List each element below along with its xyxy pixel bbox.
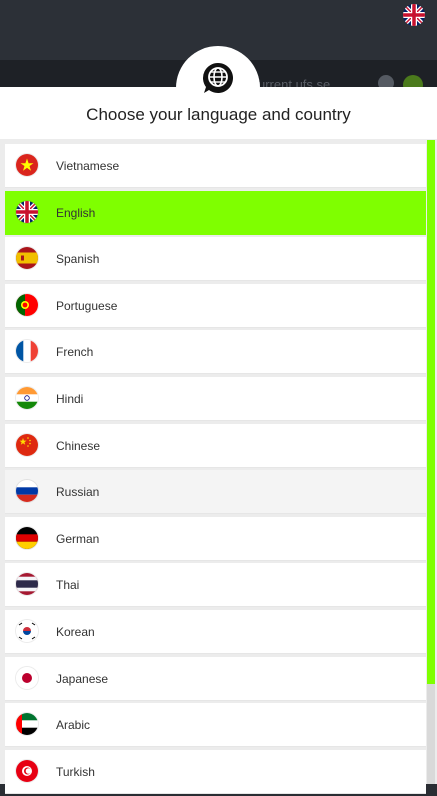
language-item-korean[interactable]: Korean [5, 609, 426, 654]
language-label: German [56, 531, 100, 546]
language-label: Thai [56, 578, 80, 593]
language-label: Korean [56, 624, 95, 639]
language-item-arabic[interactable]: Arabic [5, 703, 426, 748]
language-item-turkish[interactable]: Turkish [5, 749, 426, 794]
language-item-chinese[interactable]: Chinese [5, 423, 426, 468]
language-label: Japanese [56, 671, 109, 686]
language-label: Spanish [56, 252, 100, 267]
language-item-portuguese[interactable]: Portuguese [5, 283, 426, 328]
language-label: Chinese [56, 438, 101, 453]
language-list: Vietnamese English Spanish Portuguese Fr… [5, 144, 426, 796]
language-item-thai[interactable]: Thai [5, 563, 426, 608]
uk-flag-icon[interactable] [403, 4, 425, 26]
language-label: English [56, 205, 96, 220]
language-item-hindi[interactable]: Hindi [5, 376, 426, 421]
scrollbar[interactable] [427, 140, 435, 784]
language-item-vietnamese[interactable]: Vietnamese [5, 144, 426, 188]
uk-flag-icon [16, 200, 38, 223]
language-label: Portuguese [56, 298, 118, 313]
language-item-english[interactable]: English [5, 190, 426, 235]
germany-flag-icon [16, 526, 38, 549]
language-label: Hindi [56, 391, 84, 406]
language-label: Russian [56, 485, 100, 500]
russia-flag-icon [16, 480, 38, 503]
spain-flag-icon [16, 247, 38, 270]
language-label: Turkish [56, 764, 95, 779]
language-label: Arabic [56, 718, 91, 733]
uae-flag-icon [16, 713, 38, 736]
language-item-french[interactable]: French [5, 330, 426, 375]
india-flag-icon [16, 386, 38, 409]
globe-chat-icon [203, 63, 233, 93]
scrollbar-thumb[interactable] [427, 140, 435, 684]
language-item-japanese[interactable]: Japanese [5, 656, 426, 701]
language-item-german[interactable]: German [5, 516, 426, 561]
language-item-spanish[interactable]: Spanish [5, 237, 426, 282]
tunisia-flag-icon [16, 759, 38, 782]
thailand-flag-icon [16, 573, 38, 596]
france-flag-icon [16, 340, 38, 363]
china-flag-icon [16, 433, 38, 456]
japan-flag-icon [16, 666, 38, 689]
portugal-flag-icon [16, 293, 38, 316]
language-label: French [56, 345, 94, 360]
modal-title: Choose your language and country [86, 105, 351, 124]
language-label: Vietnamese [56, 159, 120, 173]
korea-flag-icon [16, 619, 38, 642]
vietnam-flag-icon [16, 154, 38, 176]
language-item-russian[interactable]: Russian [5, 470, 426, 515]
